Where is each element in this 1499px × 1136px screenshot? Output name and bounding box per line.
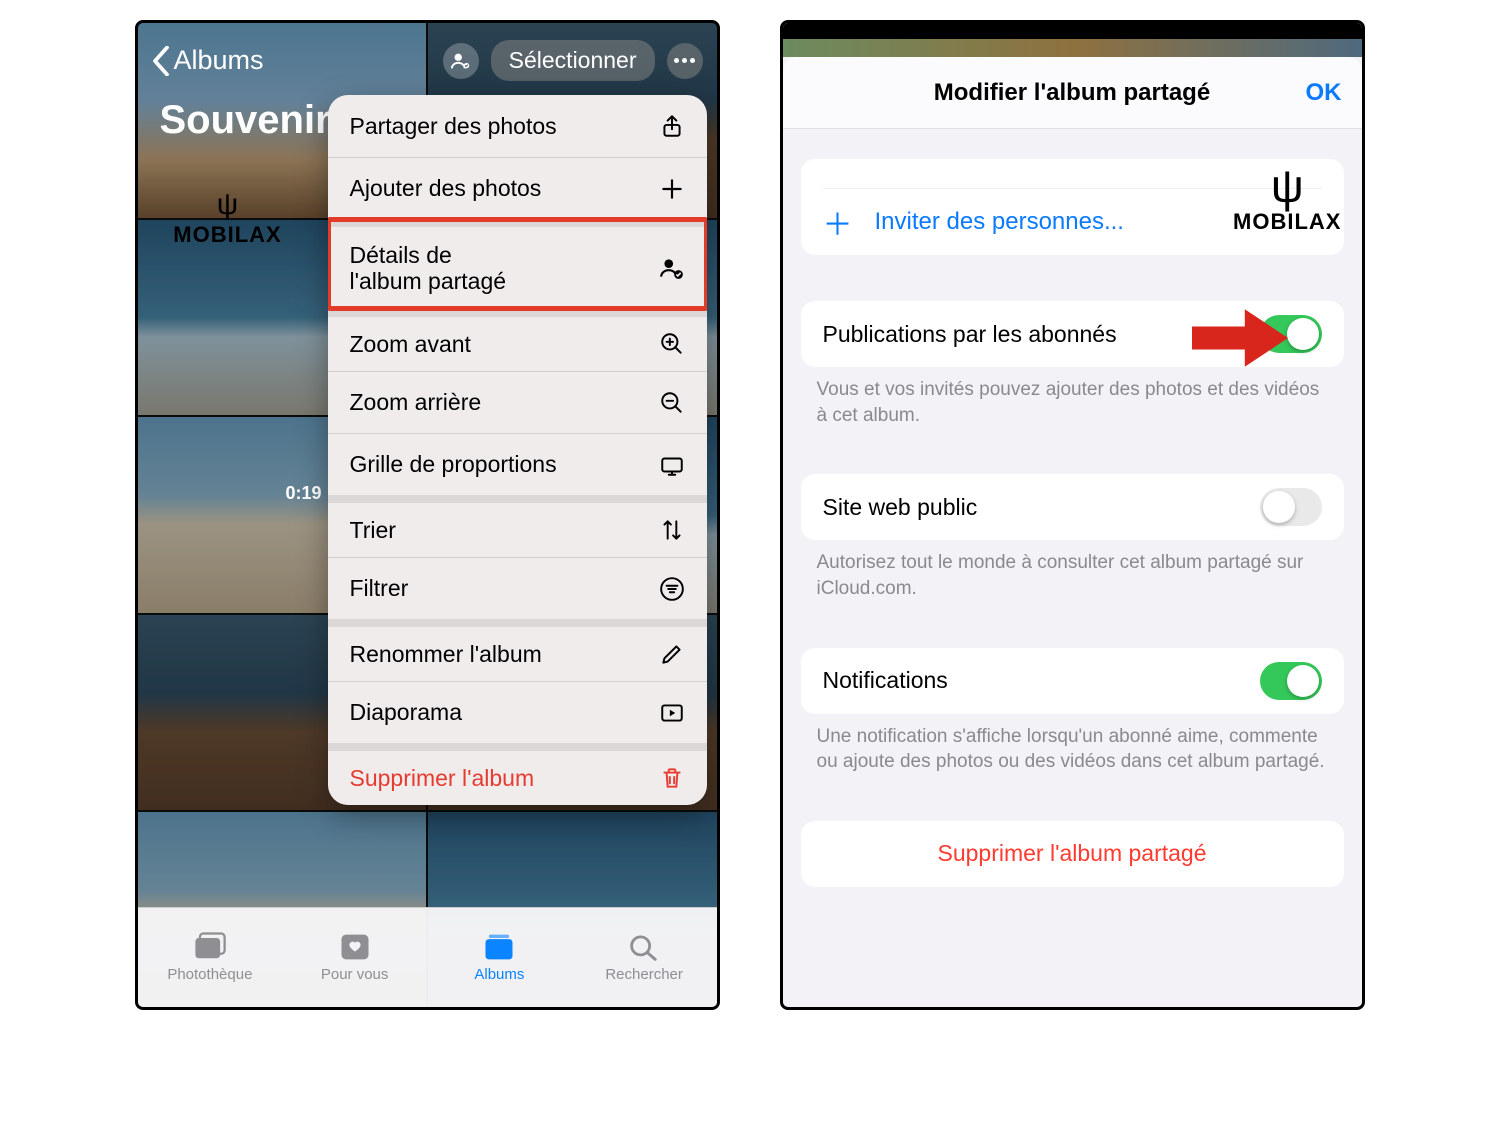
notifications-label: Notifications	[823, 667, 948, 694]
menu-rename-album[interactable]: Renommer l'album	[328, 619, 707, 681]
invite-section: ＋ Inviter des personnes...	[801, 159, 1344, 255]
subscriber-posting-toggle[interactable]	[1260, 315, 1322, 353]
public-website-hint: Autorisez tout le monde à consulter cet …	[783, 540, 1362, 601]
tab-for-you[interactable]: Pour vous	[282, 908, 427, 1007]
delete-shared-album-button[interactable]: Supprimer l'album partagé	[801, 821, 1344, 887]
menu-aspect-grid[interactable]: Grille de proportions	[328, 433, 707, 495]
menu-zoom-out[interactable]: Zoom arrière	[328, 371, 707, 433]
notifications-toggle[interactable]	[1260, 662, 1322, 700]
invite-label: Inviter des personnes...	[875, 208, 1124, 236]
ok-button[interactable]: OK	[1306, 79, 1342, 107]
menu-zoom-in[interactable]: Zoom avant	[328, 309, 707, 371]
background-peek	[783, 39, 1362, 57]
context-menu: Partager des photos Ajouter des photos D…	[328, 95, 707, 805]
subscriber-posting-section: Publications par les abonnés	[801, 301, 1344, 367]
albums-icon	[481, 932, 517, 962]
sheet-title: Modifier l'album partagé	[934, 79, 1210, 107]
notifications-section: Notifications	[801, 648, 1344, 714]
plus-icon: ＋	[823, 200, 853, 244]
zoom-in-icon	[659, 331, 685, 357]
public-website-row[interactable]: Site web public	[801, 474, 1344, 540]
slideshow-icon	[659, 700, 685, 726]
menu-share-photos[interactable]: Partager des photos	[328, 95, 707, 157]
sort-icon	[659, 517, 685, 543]
menu-slideshow[interactable]: Diaporama	[328, 681, 707, 743]
menu-delete-album[interactable]: Supprimer l'album	[328, 743, 707, 805]
zoom-out-icon	[659, 390, 685, 416]
aspect-icon	[659, 452, 685, 478]
public-website-section: Site web public	[801, 474, 1344, 540]
library-icon	[192, 932, 228, 962]
tab-library[interactable]: Photothèque	[138, 908, 283, 1007]
nav-bar: Albums Sélectionner	[138, 33, 717, 88]
pencil-icon	[659, 641, 685, 667]
notifications-hint: Une notification s'affiche lorsqu'un abo…	[783, 714, 1362, 775]
status-bar	[783, 23, 1362, 39]
subscriber-posting-hint: Vous et vos invités pouvez ajouter des p…	[783, 367, 1362, 428]
search-icon	[626, 932, 662, 962]
previous-row-crumb	[823, 159, 1322, 189]
tab-bar: Photothèque Pour vous Albums Rechercher	[138, 907, 717, 1007]
invite-people-button[interactable]: ＋ Inviter des personnes...	[801, 189, 1344, 255]
subscriber-posting-label: Publications par les abonnés	[823, 321, 1117, 348]
public-website-toggle[interactable]	[1260, 488, 1322, 526]
shared-album-icon[interactable]	[443, 43, 479, 79]
menu-details-line2: l'album partagé	[350, 268, 507, 294]
chevron-left-icon	[152, 46, 170, 76]
menu-shared-album-details[interactable]: Détails de l'album partagé	[328, 219, 707, 309]
sheet-header: Modifier l'album partagé OK	[783, 57, 1362, 129]
public-website-label: Site web public	[823, 494, 978, 521]
trash-icon	[659, 765, 685, 791]
plus-icon	[659, 176, 685, 202]
select-button[interactable]: Sélectionner	[491, 40, 655, 81]
shared-album-icon	[659, 255, 685, 281]
notifications-row[interactable]: Notifications	[801, 648, 1344, 714]
share-icon	[659, 113, 685, 139]
menu-sort[interactable]: Trier	[328, 495, 707, 557]
subscriber-posting-row[interactable]: Publications par les abonnés	[801, 301, 1344, 367]
tab-albums[interactable]: Albums	[427, 908, 572, 1007]
tab-search[interactable]: Rechercher	[572, 908, 717, 1007]
video-duration: 0:19	[286, 483, 322, 504]
screenshot-left: Albums Sélectionner Souvenir ψ MOBILAX 0…	[135, 20, 720, 1010]
filter-icon	[659, 576, 685, 602]
menu-details-line1: Détails de	[350, 242, 452, 268]
more-button[interactable]	[667, 43, 703, 79]
back-label: Albums	[174, 45, 264, 76]
delete-label: Supprimer l'album partagé	[937, 840, 1206, 867]
menu-filter[interactable]: Filtrer	[328, 557, 707, 619]
album-title: Souvenir	[160, 98, 331, 143]
screenshot-right: Modifier l'album partagé OK ＋ Inviter de…	[780, 20, 1365, 1010]
delete-section: Supprimer l'album partagé	[801, 821, 1344, 887]
heart-square-icon	[337, 932, 373, 962]
menu-add-photos[interactable]: Ajouter des photos	[328, 157, 707, 219]
back-button[interactable]: Albums	[152, 45, 264, 76]
